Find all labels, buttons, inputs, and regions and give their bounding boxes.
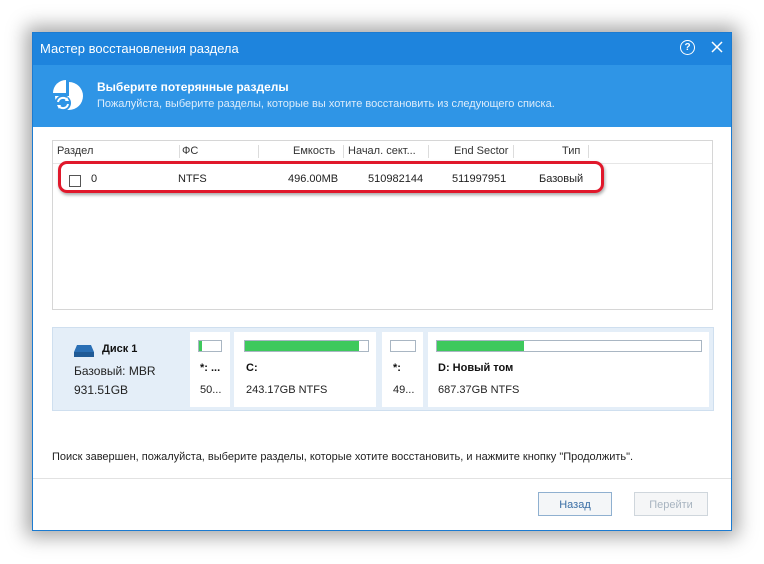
disk-name: Диск 1 xyxy=(102,343,138,355)
partition-usage-bar xyxy=(390,340,416,352)
column-divider xyxy=(588,145,589,158)
partition-info: 243.17GB NTFS xyxy=(246,384,328,396)
partition-usage-bar xyxy=(198,340,222,352)
partition-block[interactable]: D: Новый том 687.37GB NTFS xyxy=(428,332,709,407)
selection-highlight-annotation xyxy=(58,161,604,193)
disk-size: 931.51GB xyxy=(74,383,129,397)
title-bar: Мастер восстановления раздела ? xyxy=(33,33,731,65)
column-header-capacity[interactable]: Емкость xyxy=(293,145,335,157)
header-subtitle: Пожалуйста, выберите разделы, которые вы… xyxy=(97,98,555,110)
partition-usage-bar xyxy=(244,340,369,352)
status-message: Поиск завершен, пожалуйста, выберите раз… xyxy=(52,451,634,463)
column-header-end-sector[interactable]: End Sector xyxy=(454,145,508,157)
partition-usage-fill xyxy=(437,341,525,351)
partition-info: 50... xyxy=(200,384,222,396)
partition-label: D: Новый том xyxy=(438,362,514,374)
column-divider xyxy=(258,145,259,158)
partition-info: 687.37GB NTFS xyxy=(438,384,520,396)
help-icon[interactable]: ? xyxy=(680,40,695,55)
partition-label: *: xyxy=(393,362,401,374)
header-title: Выберите потерянные разделы xyxy=(97,80,289,94)
column-header-partition[interactable]: Раздел xyxy=(57,145,93,157)
column-header-type[interactable]: Тип xyxy=(562,145,580,157)
partition-label: C: xyxy=(246,362,258,374)
column-header-fs[interactable]: ФС xyxy=(182,145,198,157)
wizard-header: Выберите потерянные разделы Пожалуйста, … xyxy=(33,65,731,127)
partition-block[interactable]: *: 49... xyxy=(382,332,423,407)
partition-label: *: ... xyxy=(200,362,221,374)
column-divider xyxy=(428,145,429,158)
recovery-wizard-window: Мастер восстановления раздела ? Выберите… xyxy=(32,32,732,531)
disk-type: Базовый: MBR xyxy=(74,364,156,378)
disk-map: Диск 1 Базовый: MBR 931.51GB *: ... 50..… xyxy=(52,327,714,411)
partition-block[interactable]: C: 243.17GB NTFS xyxy=(234,332,376,407)
close-icon[interactable] xyxy=(709,39,725,55)
window-title: Мастер восстановления раздела xyxy=(40,41,239,56)
column-divider xyxy=(179,145,180,158)
disk-icon xyxy=(74,345,94,357)
column-header-start-sector[interactable]: Начал. сект... xyxy=(348,145,416,157)
partition-usage-fill xyxy=(245,341,360,351)
partition-info: 49... xyxy=(393,384,415,396)
partition-usage-bar xyxy=(436,340,702,352)
partition-block[interactable]: *: ... 50... xyxy=(190,332,230,407)
partition-recovery-icon xyxy=(53,80,83,111)
column-divider xyxy=(513,145,514,158)
footer-divider xyxy=(33,478,731,479)
proceed-button[interactable]: Перейти xyxy=(634,492,708,516)
column-divider xyxy=(343,145,344,158)
partition-usage-fill xyxy=(199,341,203,351)
back-button[interactable]: Назад xyxy=(538,492,612,516)
